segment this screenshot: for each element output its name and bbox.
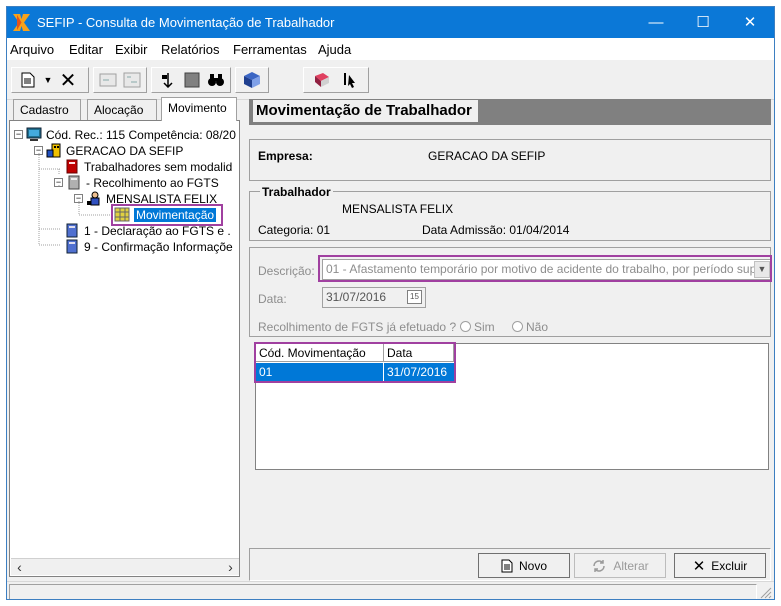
delete-x-icon[interactable]: ✕ bbox=[57, 70, 79, 92]
database-cube-icon[interactable] bbox=[241, 70, 263, 90]
right-panel: Movimentação de Trabalhador Empresa: GER… bbox=[249, 99, 772, 581]
movimentacao-grid[interactable]: Cód. Movimentação Data 01 31/07/2016 bbox=[254, 342, 769, 470]
binoculars-icon[interactable] bbox=[205, 70, 227, 90]
radio-sim-label: Sim bbox=[474, 320, 495, 334]
novo-button-label: Novo bbox=[518, 558, 547, 573]
stop-icon[interactable] bbox=[181, 70, 203, 90]
scroll-left-icon[interactable]: ‹ bbox=[11, 559, 28, 576]
tab-cadastro[interactable]: Cadastro bbox=[13, 99, 81, 120]
radio-sim[interactable]: Sim bbox=[460, 320, 495, 334]
tree-view[interactable]: − Cód. Rec.: 115 Competência: 08/20 − GE… bbox=[9, 120, 240, 577]
panel-header: Movimentação de Trabalhador bbox=[249, 99, 771, 125]
delete-x-icon: ✕ bbox=[692, 557, 706, 575]
data-label: Data: bbox=[258, 292, 287, 306]
panel-title: Movimentação de Trabalhador bbox=[253, 100, 478, 122]
data-field-value: 31/07/2016 bbox=[326, 290, 387, 304]
radio-nao-circle[interactable] bbox=[512, 321, 523, 332]
trabalhador-group-title: Trabalhador bbox=[260, 185, 333, 199]
maximize-button[interactable]: ☐ bbox=[680, 7, 726, 38]
radio-nao-label: Não bbox=[526, 320, 549, 334]
excluir-button[interactable]: ✕ Excluir bbox=[674, 553, 766, 578]
tree-connector-lines bbox=[38, 153, 111, 246]
menu-bar: Arquivo Editar Exibir Relatórios Ferrame… bbox=[7, 38, 774, 60]
menu-arquivo[interactable]: Arquivo bbox=[10, 42, 54, 57]
title-bar[interactable]: SEFIP - Consulta de Movimentação de Trab… bbox=[7, 7, 774, 38]
novo-button[interactable]: Novo bbox=[478, 553, 570, 578]
movimentacao-details-group: Descrição: 01 - Afastamento temporário p… bbox=[249, 247, 772, 337]
menu-relatorios[interactable]: Relatórios bbox=[161, 42, 220, 57]
list-view-icon[interactable] bbox=[97, 70, 119, 90]
tree-horizontal-scrollbar[interactable]: ‹ › bbox=[11, 558, 239, 575]
highlight-box-descricao bbox=[318, 255, 772, 282]
alterar-button[interactable]: Alterar bbox=[574, 553, 666, 578]
minimize-button[interactable]: — bbox=[633, 7, 679, 38]
refresh-arrows-icon bbox=[593, 559, 606, 572]
toolbar: ▼ ✕ bbox=[7, 60, 774, 100]
menu-exibir[interactable]: Exibir bbox=[115, 42, 148, 57]
scroll-right-icon[interactable]: › bbox=[222, 559, 239, 576]
tab-movimento[interactable]: Movimento bbox=[161, 97, 237, 121]
app-window: SEFIP - Consulta de Movimentação de Trab… bbox=[6, 6, 775, 600]
radio-sim-circle[interactable] bbox=[460, 321, 471, 332]
cursor-help-icon[interactable] bbox=[339, 70, 361, 90]
detail-view-icon[interactable] bbox=[121, 70, 143, 90]
alterar-button-label: Alterar bbox=[613, 558, 649, 573]
calendar-icon[interactable]: 15 bbox=[407, 290, 422, 304]
close-button[interactable]: ✕ bbox=[727, 7, 773, 38]
highlight-box-grid bbox=[254, 342, 456, 383]
sort-icon[interactable] bbox=[157, 70, 179, 90]
tab-alocacao[interactable]: Alocação bbox=[87, 99, 157, 120]
excluir-button-label: Excluir bbox=[711, 558, 748, 573]
window-title: SEFIP - Consulta de Movimentação de Trab… bbox=[37, 15, 335, 30]
empresa-label: Empresa: bbox=[258, 149, 313, 163]
sefip-logo-icon bbox=[13, 14, 30, 31]
menu-editar[interactable]: Editar bbox=[69, 42, 103, 57]
trabalhador-name: MENSALISTA FELIX bbox=[342, 202, 454, 216]
data-field[interactable]: 31/07/2016 15 bbox=[322, 287, 426, 308]
trabalhador-group: Trabalhador MENSALISTA FELIX Categoria: … bbox=[249, 185, 771, 241]
book-icon[interactable] bbox=[311, 70, 333, 90]
descricao-label: Descrição: bbox=[258, 264, 315, 278]
dropdown-arrow-icon[interactable]: ▼ bbox=[37, 70, 59, 90]
recolhimento-question: Recolhimento de FGTS já efetuado ? bbox=[258, 320, 457, 334]
data-admissao-text: Data Admissão: 01/04/2014 bbox=[422, 223, 570, 237]
resize-grip-icon[interactable] bbox=[759, 586, 772, 599]
empresa-value: GERACAO DA SEFIP bbox=[428, 149, 546, 163]
status-cell bbox=[9, 584, 757, 599]
status-bar bbox=[7, 581, 774, 599]
radio-nao[interactable]: Não bbox=[512, 320, 548, 334]
new-document-icon bbox=[501, 559, 513, 572]
empresa-group: Empresa: GERACAO DA SEFIP bbox=[249, 139, 771, 181]
menu-ajuda[interactable]: Ajuda bbox=[318, 42, 351, 57]
left-panel: Cadastro Alocação Movimento − Cód. Rec.:… bbox=[9, 97, 240, 577]
new-document-icon[interactable] bbox=[17, 70, 39, 90]
categoria-text: Categoria: 01 bbox=[258, 223, 331, 237]
menu-ferramentas[interactable]: Ferramentas bbox=[233, 42, 307, 57]
action-button-bar: Novo Alterar ✕ Excluir bbox=[249, 548, 771, 581]
